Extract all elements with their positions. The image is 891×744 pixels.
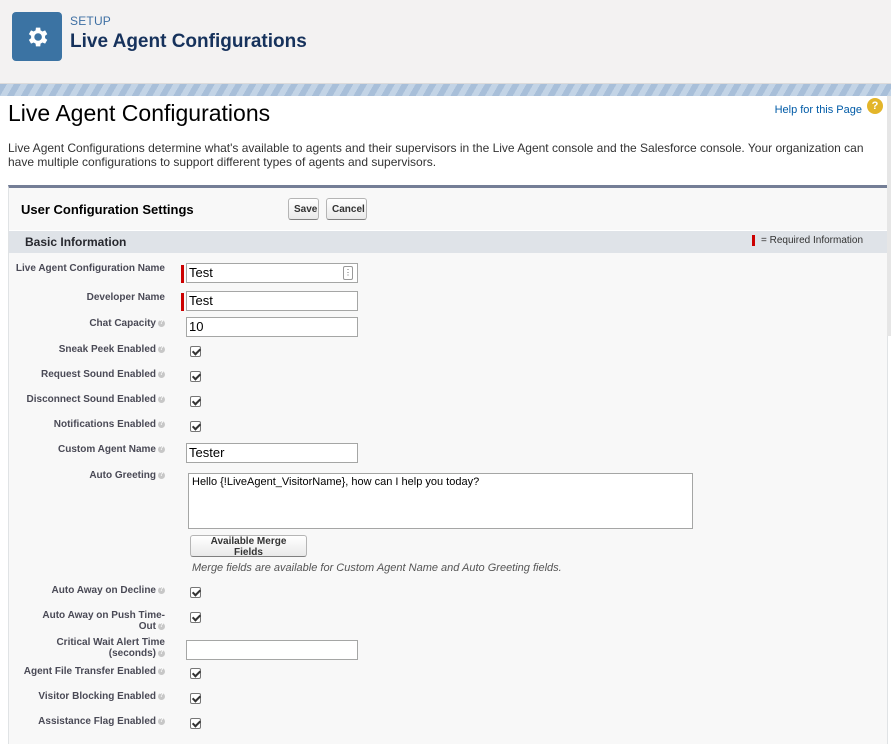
assistance-flag-checkbox[interactable] [190,718,201,729]
sneak-peek-label-text: Sneak Peek Enabled [58,344,156,355]
info-icon[interactable]: ? [158,471,165,479]
custom-agent-name-label: Custom Agent Name? [5,444,165,455]
panel-title: User Configuration Settings [21,202,194,217]
info-icon[interactable]: ? [158,395,165,403]
setup-title: Live Agent Configurations [70,31,307,52]
cancel-button[interactable]: Cancel [326,198,367,220]
visitor-blocking-checkbox[interactable] [190,693,201,704]
info-icon[interactable]: ? [158,622,165,630]
info-icon[interactable]: ? [158,319,165,327]
disconnect-sound-checkbox[interactable] [190,396,201,407]
notifications-label-text: Notifications Enabled [53,419,156,430]
config-name-input[interactable]: Test ⋮ [186,263,358,283]
config-name-label: Live Agent Configuration Name [15,263,165,274]
file-transfer-label-text: Agent File Transfer Enabled [23,666,156,677]
auto-greeting-textarea[interactable]: Hello {!LiveAgent_VisitorName}, how can … [188,473,693,529]
info-icon[interactable]: ? [158,586,165,594]
sneak-peek-label: Sneak Peek Enabled? [5,344,165,355]
file-transfer-label: Agent File Transfer Enabled? [5,666,165,677]
developer-name-input[interactable]: Test [186,291,358,311]
visitor-blocking-label-text: Visitor Blocking Enabled [38,691,156,702]
info-icon[interactable]: ? [158,667,165,675]
custom-agent-name-label-text: Custom Agent Name [58,444,156,455]
file-transfer-checkbox[interactable] [190,668,201,679]
info-icon[interactable]: ? [158,445,165,453]
info-icon[interactable]: ? [158,717,165,725]
developer-name-label: Developer Name [86,292,165,303]
auto-away-push-label-text: Auto Away on Push Time-Out [42,610,165,632]
chat-capacity-input[interactable]: 10 [186,317,358,337]
scrollbar[interactable] [887,96,891,336]
auto-greeting-label: Auto Greeting? [5,470,165,481]
header-texture [0,84,891,96]
auto-away-decline-checkbox[interactable] [190,587,201,598]
required-marker [752,235,755,246]
chat-capacity-label: Chat Capacity? [5,318,165,329]
section-bar: Basic Information = Required Information [9,230,887,253]
available-merge-fields-button[interactable]: Available Merge Fields [190,535,307,558]
notifications-label: Notifications Enabled? [5,419,165,430]
critical-wait-label: Critical Wait Alert Time (seconds)? [35,637,165,659]
disconnect-sound-label: Disconnect Sound Enabled? [5,394,165,405]
info-icon[interactable]: ? [158,370,165,378]
info-icon[interactable]: ? [158,692,165,700]
gear-icon [12,12,62,61]
info-icon[interactable]: ? [158,345,165,353]
merge-fields-note: Merge fields are available for Custom Ag… [192,562,562,574]
assistance-flag-label: Assistance Flag Enabled? [5,716,165,727]
required-marker [181,265,184,283]
assistance-flag-label-text: Assistance Flag Enabled [38,716,156,727]
section-title: Basic Information [25,235,127,249]
required-marker [181,293,184,311]
setup-kicker: SETUP [70,14,112,28]
page-title: Live Agent Configurations [8,100,271,126]
lookup-icon[interactable]: ⋮ [343,266,353,280]
visitor-blocking-label: Visitor Blocking Enabled? [5,691,165,702]
custom-agent-name-input[interactable]: Tester [186,443,358,463]
auto-away-push-checkbox[interactable] [190,612,201,623]
request-sound-label-text: Request Sound Enabled [40,369,156,380]
sneak-peek-checkbox[interactable] [190,346,201,357]
help-icon[interactable]: ? [867,98,883,114]
auto-away-push-label: Auto Away on Push Time-Out? [35,610,165,632]
help-link[interactable]: Help for this Page [775,104,862,116]
page-body: Live Agent Configurations Help for this … [0,96,891,744]
chat-capacity-label-text: Chat Capacity [89,318,156,329]
save-button[interactable]: Save [288,198,319,220]
request-sound-label: Request Sound Enabled? [5,369,165,380]
setup-header: SETUP Live Agent Configurations [0,0,891,84]
config-panel: User Configuration Settings Save Cancel … [8,185,888,744]
page-description: Live Agent Configurations determine what… [8,141,864,169]
auto-greeting-label-text: Auto Greeting [89,470,156,481]
auto-away-decline-label: Auto Away on Decline? [5,585,165,596]
config-name-value: Test [189,265,213,280]
critical-wait-input[interactable] [186,640,358,660]
critical-wait-label-text: Critical Wait Alert Time (seconds) [56,637,165,659]
info-icon[interactable]: ? [158,420,165,428]
auto-away-decline-label-text: Auto Away on Decline [51,585,156,596]
info-icon[interactable]: ? [158,649,165,657]
disconnect-sound-label-text: Disconnect Sound Enabled [26,394,156,405]
request-sound-checkbox[interactable] [190,371,201,382]
notifications-checkbox[interactable] [190,421,201,432]
required-info-text: = Required Information [761,235,864,246]
panel-header: User Configuration Settings Save Cancel [9,188,887,230]
